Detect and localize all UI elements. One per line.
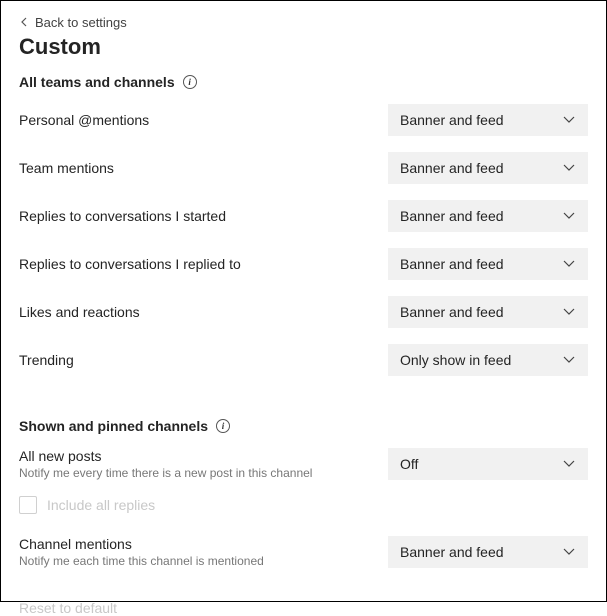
checkbox-icon [19, 496, 37, 514]
dropdown-value: Banner and feed [400, 160, 504, 176]
dropdown-team-mentions[interactable]: Banner and feed [388, 152, 588, 184]
info-icon[interactable]: i [216, 419, 230, 433]
chevron-down-icon [562, 256, 576, 273]
chevron-down-icon [562, 160, 576, 177]
row-channel-mentions: Channel mentions Notify me each time thi… [19, 536, 588, 568]
row-label: Replies to conversations I replied to [19, 256, 241, 272]
row-label: Likes and reactions [19, 304, 140, 320]
section-all-teams-header: All teams and channels i [19, 74, 588, 90]
page-title: Custom [19, 34, 588, 60]
chevron-down-icon [562, 456, 576, 473]
chevron-down-icon [562, 208, 576, 225]
checkbox-label: Include all replies [47, 497, 155, 513]
row-likes-reactions: Likes and reactions Banner and feed [19, 296, 588, 328]
row-label: Replies to conversations I started [19, 208, 226, 224]
dropdown-replies-replied[interactable]: Banner and feed [388, 248, 588, 280]
section-title: All teams and channels [19, 74, 175, 90]
row-team-mentions: Team mentions Banner and feed [19, 152, 588, 184]
section-title: Shown and pinned channels [19, 418, 208, 434]
dropdown-value: Banner and feed [400, 208, 504, 224]
section-shown-pinned-header: Shown and pinned channels i [19, 418, 588, 434]
chevron-down-icon [562, 544, 576, 561]
dropdown-replies-started[interactable]: Banner and feed [388, 200, 588, 232]
row-replies-started: Replies to conversations I started Banne… [19, 200, 588, 232]
back-label: Back to settings [35, 15, 127, 30]
dropdown-likes-reactions[interactable]: Banner and feed [388, 296, 588, 328]
info-icon[interactable]: i [183, 75, 197, 89]
chevron-left-icon [19, 15, 29, 30]
row-label: Channel mentions [19, 536, 264, 552]
dropdown-trending[interactable]: Only show in feed [388, 344, 588, 376]
reset-to-default-link[interactable]: Reset to default [19, 600, 117, 616]
dropdown-personal-mentions[interactable]: Banner and feed [388, 104, 588, 136]
dropdown-value: Banner and feed [400, 304, 504, 320]
dropdown-all-new-posts[interactable]: Off [388, 448, 588, 480]
row-trending: Trending Only show in feed [19, 344, 588, 376]
back-to-settings-link[interactable]: Back to settings [19, 15, 588, 30]
dropdown-value: Banner and feed [400, 544, 504, 560]
chevron-down-icon [562, 112, 576, 129]
row-label: Trending [19, 352, 74, 368]
row-sublabel: Notify me every time there is a new post… [19, 466, 312, 480]
dropdown-value: Banner and feed [400, 112, 504, 128]
chevron-down-icon [562, 352, 576, 369]
row-all-new-posts: All new posts Notify me every time there… [19, 448, 588, 480]
row-replies-replied: Replies to conversations I replied to Ba… [19, 248, 588, 280]
chevron-down-icon [562, 304, 576, 321]
include-all-replies-checkbox: Include all replies [19, 496, 588, 514]
dropdown-value: Banner and feed [400, 256, 504, 272]
row-label: Personal @mentions [19, 112, 149, 128]
dropdown-channel-mentions[interactable]: Banner and feed [388, 536, 588, 568]
row-label: Team mentions [19, 160, 114, 176]
row-personal-mentions: Personal @mentions Banner and feed [19, 104, 588, 136]
dropdown-value: Off [400, 456, 418, 472]
dropdown-value: Only show in feed [400, 352, 511, 368]
row-label: All new posts [19, 448, 312, 464]
row-sublabel: Notify me each time this channel is ment… [19, 554, 264, 568]
